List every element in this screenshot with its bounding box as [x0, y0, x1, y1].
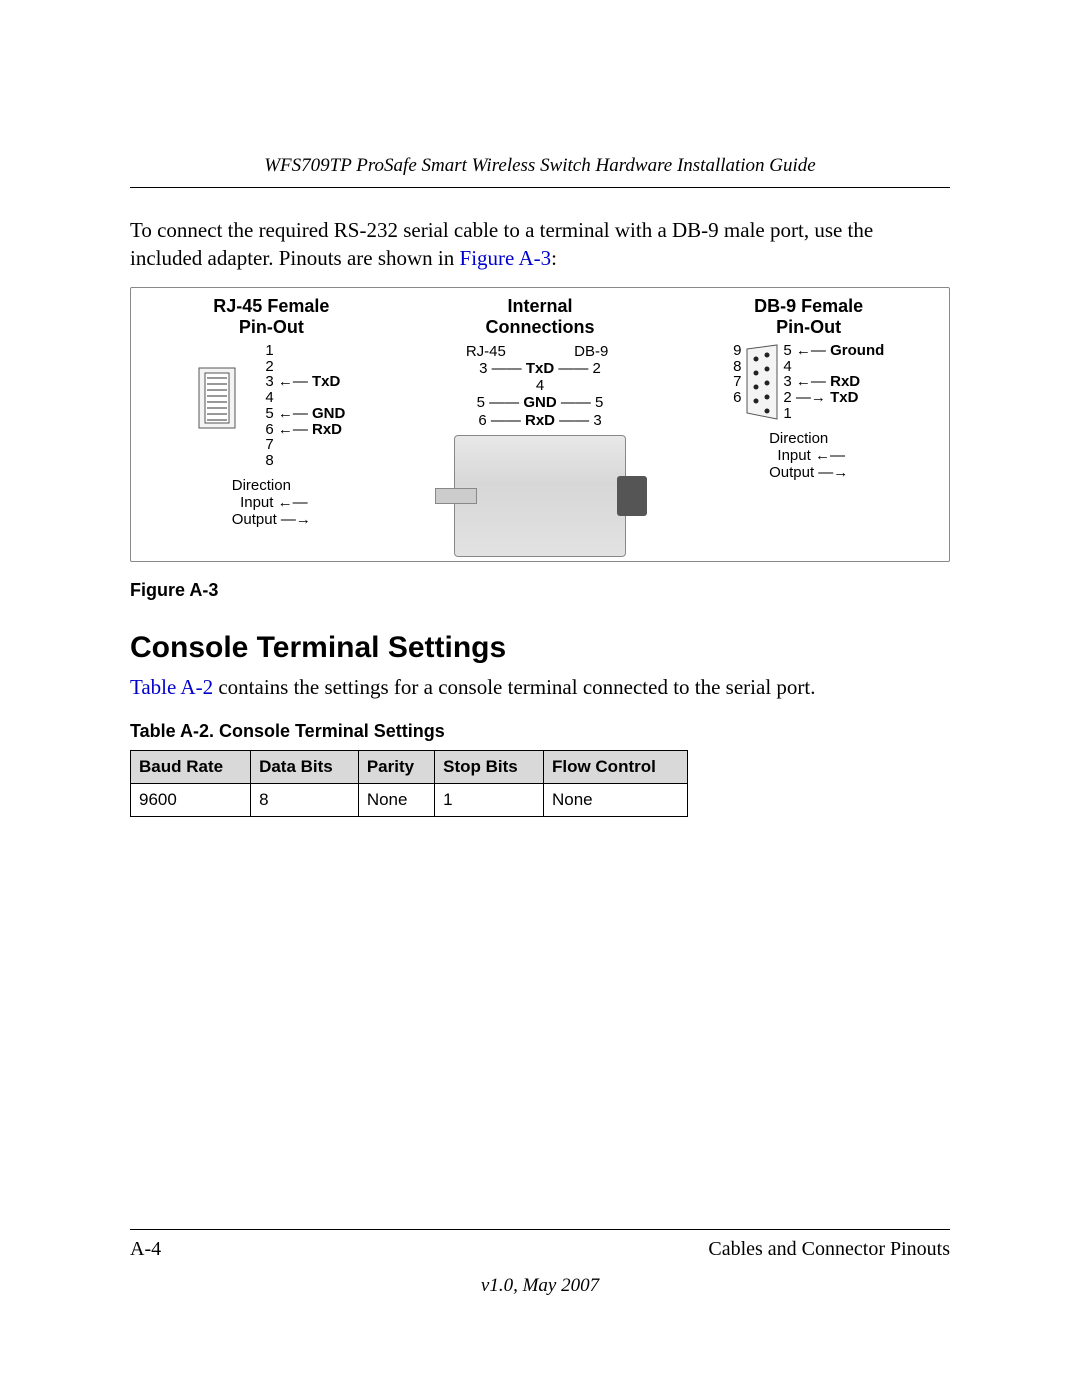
rj45-pin-5: 5 — [265, 405, 273, 422]
rj45-label-gnd: GND — [312, 405, 345, 422]
figure-xref-link[interactable]: Figure A-3 — [460, 246, 552, 270]
db9-direction: Direction Input ←— Output —→ — [769, 430, 848, 481]
db9-left-pins: 9 8 7 6 — [733, 343, 741, 422]
db9-title-2: Pin-Out — [776, 317, 841, 337]
rj45-label-txd: TxD — [312, 373, 340, 390]
table-title: Table A-2. Console Terminal Settings — [130, 721, 950, 742]
rj45-direction: Direction Input ←— Output —→ — [232, 477, 311, 528]
rj45-dir-in: Input — [240, 494, 273, 511]
rj45-label-rxd: RxD — [312, 421, 342, 438]
db9-right-pins: 5 ←— Ground 4 3 ←— RxD 2 —→ TxD 1 — [783, 343, 884, 422]
rj45-jack-icon — [197, 343, 257, 453]
th-data: Data Bits — [251, 751, 359, 784]
rj45-pin-1: 1 — [265, 342, 273, 359]
td-baud: 9600 — [131, 784, 251, 817]
footer-version: v1.0, May 2007 — [130, 1275, 950, 1297]
rj45-title-2: Pin-Out — [239, 317, 304, 337]
db9-label-txd: TxD — [830, 389, 858, 406]
rj45-pin-7: 7 — [265, 436, 273, 453]
internal-title-1: Internal — [508, 296, 573, 316]
table-header-row: Baud Rate Data Bits Parity Stop Bits Flo… — [131, 751, 688, 784]
footer-section-name: Cables and Connector Pinouts — [708, 1238, 950, 1261]
td-parity: None — [358, 784, 434, 817]
fig-col-internal: Internal Connections RJ-45 DB-9 3 —— TxD… — [406, 296, 675, 559]
db9-dir-out: Output — [769, 464, 814, 481]
th-baud: Baud Rate — [131, 751, 251, 784]
rj45-pin-list: 1 2 3 ←— TxD 4 5 ←— GND 6 ←— RxD 7 8 — [265, 343, 345, 469]
footer-page-number: A-4 — [130, 1238, 161, 1261]
db9-rp-1: 1 — [783, 405, 791, 422]
table-row: 9600 8 None 1 None — [131, 784, 688, 817]
intro-paragraph: To connect the required RS-232 serial ca… — [130, 216, 950, 273]
db9-rp-2: 2 — [783, 389, 791, 406]
running-header: WFS709TP ProSafe Smart Wireless Switch H… — [130, 155, 950, 177]
console-settings-table: Baud Rate Data Bits Parity Stop Bits Flo… — [130, 750, 688, 817]
db9-lp-6: 6 — [733, 390, 741, 406]
adapter-body-icon — [454, 435, 626, 557]
figure-a3: RJ-45 Female Pin-Out — [130, 287, 950, 562]
rj45-pin-8: 8 — [265, 452, 273, 469]
db9-label-gnd: Ground — [830, 342, 884, 359]
content-area: WFS709TP ProSafe Smart Wireless Switch H… — [130, 155, 950, 1267]
db9-dir-in: Input — [777, 447, 810, 464]
section-text-after: contains the settings for a console term… — [213, 675, 815, 699]
rj45-title-1: RJ-45 Female — [213, 296, 329, 316]
rj45-pin-4: 4 — [265, 389, 273, 406]
footer-rule — [130, 1229, 950, 1230]
page: WFS709TP ProSafe Smart Wireless Switch H… — [0, 0, 1080, 1397]
int-r2-n: GND — [523, 394, 556, 411]
int-r3-l: 6 — [478, 412, 486, 429]
int-r3-r: 3 — [593, 412, 601, 429]
rj45-pin-6: 6 — [265, 421, 273, 438]
internal-head-db9: DB-9 — [574, 343, 622, 360]
table-xref-link[interactable]: Table A-2 — [130, 675, 213, 699]
intro-text-after: : — [551, 246, 557, 270]
db9-connector-icon — [745, 343, 779, 421]
rj45-pin-3: 3 — [265, 373, 273, 390]
db9-dir-head: Direction — [769, 430, 828, 447]
figure-caption: Figure A-3 — [130, 580, 950, 601]
int-r0-n: TxD — [526, 360, 554, 377]
internal-head-rj45: RJ-45 — [458, 343, 506, 360]
internal-title-2: Connections — [486, 317, 595, 337]
th-parity: Parity — [358, 751, 434, 784]
rj45-pin-2: 2 — [265, 358, 273, 375]
td-data: 8 — [251, 784, 359, 817]
db9-lp-7: 7 — [733, 374, 741, 390]
int-r2-l: 5 — [477, 394, 485, 411]
db9-label-rxd: RxD — [830, 373, 860, 390]
int-r2-r: 5 — [595, 394, 603, 411]
td-stop: 1 — [435, 784, 544, 817]
int-r3-n: RxD — [525, 412, 555, 429]
int-r0-l: 3 — [479, 360, 487, 377]
db9-rp-3: 3 — [783, 373, 791, 390]
th-stop: Stop Bits — [435, 751, 544, 784]
db9-title-1: DB-9 Female — [754, 296, 863, 316]
fig-col-db9: DB-9 Female Pin-Out 9 8 7 6 — [674, 296, 943, 482]
td-flow: None — [543, 784, 687, 817]
db9-lp-9: 9 — [733, 343, 741, 359]
int-r1-l: 4 — [536, 377, 544, 394]
rj45-dir-head: Direction — [232, 477, 291, 494]
th-flow: Flow Control — [543, 751, 687, 784]
db9-lp-8: 8 — [733, 359, 741, 375]
rj45-dir-out: Output — [232, 511, 277, 528]
db9-rp-4: 4 — [783, 358, 791, 375]
page-footer: A-4 Cables and Connector Pinouts v1.0, M… — [130, 1229, 950, 1297]
section-heading: Console Terminal Settings — [130, 631, 950, 665]
int-r0-r: 2 — [593, 360, 601, 377]
fig-col-rj45: RJ-45 Female Pin-Out — [137, 296, 406, 529]
header-rule — [130, 187, 950, 188]
section-paragraph: Table A-2 contains the settings for a co… — [130, 673, 950, 701]
db9-rp-5: 5 — [783, 342, 791, 359]
